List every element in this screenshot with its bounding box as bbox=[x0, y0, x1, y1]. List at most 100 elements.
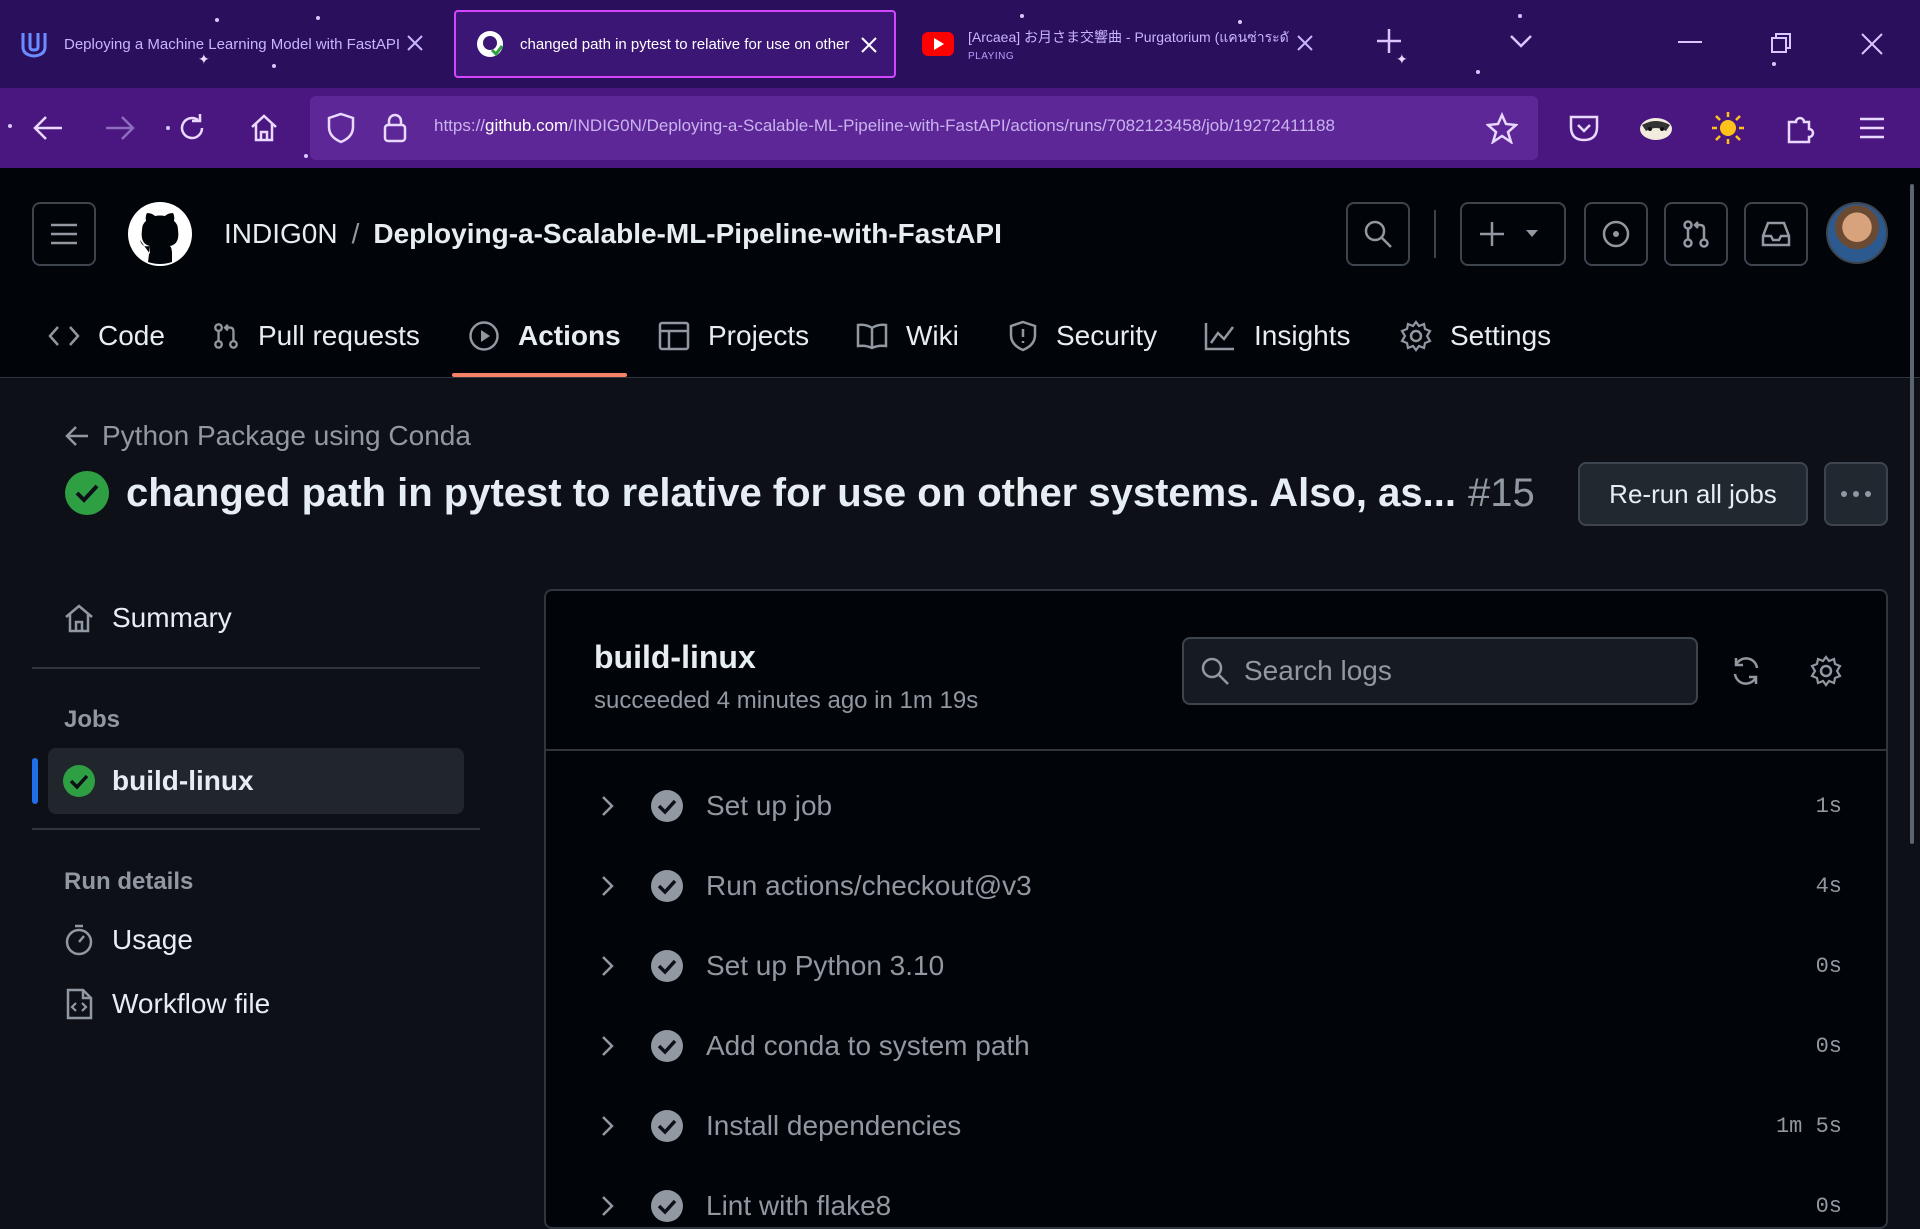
sidebar-item-build-linux[interactable]: build-linux bbox=[48, 748, 464, 814]
repo-name-link[interactable]: Deploying-a-Scalable-ML-Pipeline-with-Fa… bbox=[373, 218, 1002, 249]
bookmark-star-icon[interactable] bbox=[1486, 112, 1518, 144]
run-title-text: changed path in pytest to relative for u… bbox=[126, 470, 1456, 515]
table-icon bbox=[658, 321, 690, 351]
sidebar-item-usage[interactable]: Usage bbox=[64, 924, 193, 956]
job-step[interactable]: Lint with flake8 0s bbox=[546, 1166, 1886, 1227]
step-duration: 1s bbox=[1815, 793, 1842, 819]
browser-tab-bar: ✦ ✦ ✦ Deploying a Machine Learning Model… bbox=[0, 0, 1920, 88]
create-new-button[interactable] bbox=[1460, 202, 1566, 266]
tab-settings[interactable]: Settings bbox=[1400, 314, 1551, 358]
step-duration: 0s bbox=[1815, 1193, 1842, 1219]
inbox-icon bbox=[1761, 221, 1791, 247]
tab-projects[interactable]: Projects bbox=[658, 314, 809, 358]
search-icon bbox=[1201, 657, 1229, 685]
sun-theme-icon[interactable] bbox=[1708, 108, 1748, 148]
lock-icon[interactable] bbox=[382, 112, 408, 144]
search-logs-field[interactable] bbox=[1182, 637, 1698, 705]
sidebar-item-summary[interactable]: Summary bbox=[64, 602, 232, 634]
step-success-check-icon bbox=[651, 1190, 683, 1222]
tab-pull-requests[interactable]: Pull requests bbox=[212, 314, 420, 358]
udacity-icon bbox=[18, 28, 50, 60]
shield-icon bbox=[1009, 320, 1037, 352]
step-name: Add conda to system path bbox=[706, 1030, 1030, 1061]
rerun-all-jobs-button[interactable]: Re-run all jobs bbox=[1578, 462, 1808, 526]
home-icon[interactable] bbox=[244, 108, 284, 148]
forward-arrow-icon[interactable] bbox=[100, 108, 140, 148]
selected-indicator bbox=[32, 758, 38, 804]
sidebar-item-workflow-file[interactable]: Workflow file bbox=[64, 988, 270, 1020]
issues-button[interactable] bbox=[1584, 202, 1648, 266]
new-tab-button[interactable] bbox=[1374, 26, 1404, 56]
url-text: https://github.com/INDIG0N/Deploying-a-S… bbox=[434, 116, 1335, 135]
play-icon bbox=[469, 321, 499, 351]
close-tab-icon[interactable] bbox=[858, 34, 880, 56]
arrow-left-icon bbox=[65, 426, 88, 446]
chevron-right-icon bbox=[602, 956, 614, 976]
minimize-window-icon[interactable] bbox=[1678, 40, 1702, 44]
job-name: build-linux bbox=[594, 639, 756, 675]
sidebar-heading-jobs: Jobs bbox=[64, 706, 121, 733]
job-step[interactable]: Install dependencies 1m 5s bbox=[546, 1086, 1886, 1166]
step-duration: 1m 5s bbox=[1775, 1113, 1842, 1139]
gear-icon bbox=[1810, 655, 1842, 687]
tab-actions[interactable]: Actions bbox=[468, 314, 621, 358]
list-tabs-chevron-icon[interactable] bbox=[1508, 32, 1534, 50]
tab-github-run[interactable]: changed path in pytest to relative for u… bbox=[454, 10, 896, 78]
stopwatch-icon bbox=[65, 924, 93, 956]
user-avatar[interactable] bbox=[1826, 202, 1888, 264]
back-arrow-icon[interactable] bbox=[28, 108, 68, 148]
job-step[interactable]: Run actions/checkout@v3 4s bbox=[546, 846, 1886, 926]
step-name: Lint with flake8 bbox=[706, 1190, 892, 1221]
search-button[interactable] bbox=[1346, 202, 1410, 266]
extension-badger-icon[interactable] bbox=[1636, 108, 1676, 148]
reload-icon[interactable] bbox=[172, 108, 212, 148]
repo-breadcrumb: INDIG0N / Deploying-a-Scalable-ML-Pipeline… bbox=[224, 218, 1002, 249]
app-menu-hamburger-icon[interactable] bbox=[1852, 108, 1892, 148]
github-logo-icon[interactable] bbox=[128, 202, 192, 266]
job-step[interactable]: Set up Python 3.10 0s bbox=[546, 926, 1886, 1006]
sidebar-heading-run-details: Run details bbox=[64, 868, 194, 895]
book-icon bbox=[856, 323, 888, 350]
sidebar-divider bbox=[32, 828, 480, 830]
job-step[interactable]: Add conda to system path 0s bbox=[546, 1006, 1886, 1086]
pull-request-icon bbox=[214, 323, 238, 349]
extensions-puzzle-icon[interactable] bbox=[1780, 108, 1820, 148]
search-logs-input[interactable] bbox=[1244, 655, 1664, 687]
tab-code[interactable]: Code bbox=[48, 314, 165, 358]
pocket-icon[interactable] bbox=[1564, 108, 1604, 148]
code-icon bbox=[48, 326, 80, 346]
tab-udacity[interactable]: Deploying a Machine Learning Model with … bbox=[0, 10, 440, 78]
more-options-button[interactable] bbox=[1824, 462, 1888, 526]
close-tab-icon[interactable] bbox=[404, 32, 426, 54]
pull-requests-button[interactable] bbox=[1664, 202, 1728, 266]
back-to-workflow-link[interactable]: Python Package using Conda bbox=[64, 420, 471, 452]
address-bar[interactable]: https://github.com/INDIG0N/Deploying-a-S… bbox=[310, 96, 1538, 160]
close-tab-icon[interactable] bbox=[1294, 32, 1316, 54]
tab-youtube[interactable]: [Arcaea] お月さま交響曲 - Purgatorium (แคนซ่าระ… bbox=[904, 10, 1330, 78]
tracking-protection-shield-icon[interactable] bbox=[326, 112, 356, 144]
restore-window-icon[interactable] bbox=[1770, 32, 1792, 54]
step-success-check-icon bbox=[651, 1110, 683, 1142]
global-nav-menu-button[interactable] bbox=[32, 202, 96, 266]
repo-owner-link[interactable]: INDIG0N bbox=[224, 218, 338, 249]
kebab-horizontal-icon bbox=[1841, 491, 1871, 497]
step-name: Set up job bbox=[706, 790, 833, 821]
step-name: Install dependencies bbox=[706, 1110, 962, 1141]
tab-wiki[interactable]: Wiki bbox=[856, 314, 959, 358]
tab-insights[interactable]: Insights bbox=[1204, 314, 1351, 358]
refresh-logs-button[interactable] bbox=[1726, 651, 1766, 691]
job-step[interactable]: Set up job 1s bbox=[546, 766, 1886, 846]
chevron-right-icon bbox=[602, 876, 614, 896]
close-window-icon[interactable] bbox=[1860, 32, 1884, 56]
tab-title: changed path in pytest to relative for u… bbox=[520, 35, 850, 53]
step-success-check-icon bbox=[651, 1030, 683, 1062]
step-success-check-icon bbox=[651, 870, 683, 902]
log-settings-button[interactable] bbox=[1806, 651, 1846, 691]
page-scrollbar[interactable] bbox=[1910, 184, 1914, 844]
job-status-meta: succeeded 4 minutes ago in 1m 19s bbox=[594, 687, 979, 714]
step-name: Run actions/checkout@v3 bbox=[706, 870, 1032, 901]
job-log-header: build-linux succeeded 4 minutes ago in 1… bbox=[546, 591, 1886, 751]
tab-security[interactable]: Security bbox=[1008, 314, 1157, 358]
inbox-button[interactable] bbox=[1744, 202, 1808, 266]
run-number: #15 bbox=[1467, 470, 1535, 515]
